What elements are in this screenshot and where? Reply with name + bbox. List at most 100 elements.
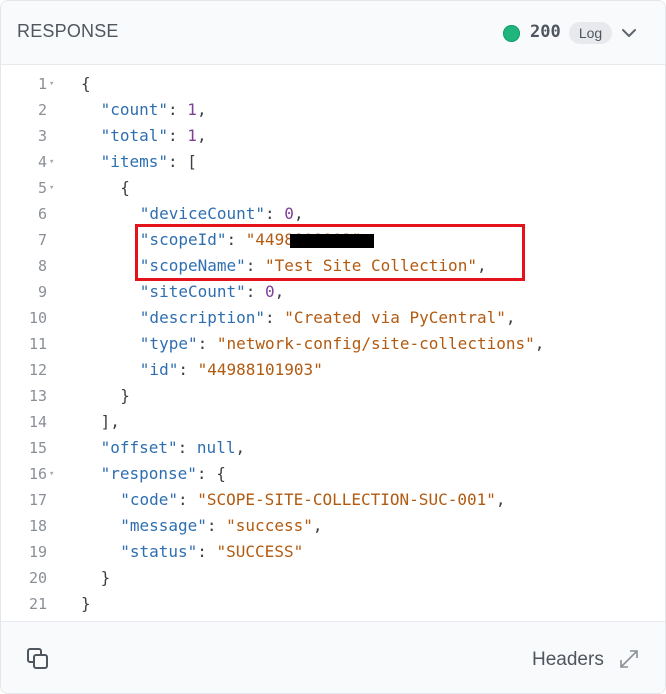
- fold-toggle-icon[interactable]: ▾: [49, 461, 59, 487]
- fold-toggle-icon[interactable]: ▾: [49, 149, 59, 175]
- code-token: "network-config/site-collections": [216, 334, 535, 353]
- code-token: }: [120, 386, 130, 405]
- code-token: 0: [265, 282, 275, 301]
- line-number: 4: [37, 153, 47, 171]
- code-token: :: [265, 204, 285, 223]
- code-token: 1: [187, 100, 197, 119]
- code-content: "siteCount": 0,: [140, 279, 285, 305]
- code-content: ],: [101, 409, 120, 435]
- code-token: ],: [100, 412, 120, 431]
- code-token: }: [100, 568, 111, 587]
- code-token: ,: [534, 334, 545, 353]
- code-token: ,: [235, 438, 246, 457]
- code-token: ,: [274, 282, 285, 301]
- json-code-viewer[interactable]: 1 ▾{2 "count": 1, 3 "total": 1, 4 ▾ "items": [5…: [1, 65, 665, 621]
- code-token: ,: [196, 100, 207, 119]
- code-token: 0: [284, 204, 294, 223]
- code-line: 2 "count": 1,: [1, 97, 665, 123]
- line-number: 1: [37, 75, 47, 93]
- headers-button[interactable]: Headers: [532, 649, 604, 671]
- code-content: "description": "Created via PyCentral",: [140, 305, 516, 331]
- code-content: {: [81, 71, 91, 97]
- code-content: "status": "SUCCESS": [120, 539, 303, 565]
- chevron-down-icon[interactable]: [621, 26, 637, 40]
- code-token: :: [265, 308, 285, 327]
- code-token: :: [245, 282, 266, 301]
- log-button[interactable]: Log: [569, 22, 612, 44]
- status-indicator: [503, 25, 520, 42]
- code-line: 1 ▾ {: [1, 71, 665, 97]
- code-token: {: [120, 178, 130, 197]
- code-content: {: [120, 175, 130, 201]
- line-number: 15: [28, 439, 47, 457]
- line-number: 7: [37, 231, 47, 249]
- line-number: 18: [28, 517, 47, 535]
- code-token: }: [81, 594, 91, 613]
- code-line: 9 "siteCount": 0,: [1, 279, 665, 305]
- line-number: 14: [28, 413, 47, 431]
- line-number: 8: [37, 257, 47, 275]
- line-number: 11: [28, 335, 47, 353]
- code-token: "description": [139, 308, 266, 327]
- code-content: }: [101, 565, 111, 591]
- code-token: "items": [100, 152, 169, 171]
- code-token: "offset": [100, 438, 178, 457]
- code-line: 15 "offset": null,: [1, 435, 665, 461]
- code-token: "type": [139, 334, 198, 353]
- code-content: "items": [: [101, 149, 197, 175]
- code-line: 21}: [1, 591, 665, 617]
- code-line: 10 "description": "Created via PyCentral"…: [1, 305, 665, 331]
- response-header: RESPONSE 200 Log: [1, 1, 665, 65]
- code-content: "type": "network-config/site-collections…: [140, 331, 545, 357]
- expand-icon[interactable]: [618, 648, 640, 670]
- status-code: 200: [530, 22, 561, 42]
- code-token: :: [178, 360, 198, 379]
- line-number: 2: [37, 101, 47, 119]
- code-content: "id": "44988101903": [140, 357, 323, 383]
- code-token: ,: [312, 516, 323, 535]
- code-content: "count": 1,: [101, 97, 207, 123]
- fold-toggle-icon[interactable]: ▾: [49, 175, 59, 201]
- code-line: 4 ▾ "items": [: [1, 149, 665, 175]
- line-number: 16: [28, 465, 47, 483]
- code-token: :: [177, 490, 198, 509]
- code-token: :: [197, 334, 217, 353]
- code-token: : {: [196, 464, 226, 483]
- code-line: 16 ▾ "response": {: [1, 461, 665, 487]
- code-line: 11 "type": "network-config/site-collectio…: [1, 331, 665, 357]
- code-token: "success": [226, 516, 313, 535]
- line-number: 9: [37, 283, 47, 301]
- code-token: "response": [100, 464, 197, 483]
- fold-toggle-icon[interactable]: ▾: [49, 71, 59, 97]
- code-token: "44988101903": [197, 360, 323, 379]
- code-line: 12 "id": "44988101903": [1, 357, 665, 383]
- code-token: :: [177, 438, 197, 457]
- line-number: 3: [37, 127, 47, 145]
- code-token: null: [196, 438, 236, 457]
- line-number: 17: [28, 491, 47, 509]
- code-token: "SCOPE-SITE-COLLECTION-SUC-001": [197, 490, 496, 509]
- code-line: 20}: [1, 565, 665, 591]
- code-token: "id": [139, 360, 179, 379]
- code-token: ,: [505, 308, 516, 327]
- code-token: "code": [120, 490, 178, 509]
- code-token: "deviceCount": [139, 204, 266, 223]
- code-token: "message": [120, 516, 207, 535]
- response-footer: Headers: [1, 621, 665, 693]
- code-content: "total": 1,: [101, 123, 207, 149]
- code-content: "message": "success",: [120, 513, 322, 539]
- code-line: 18 "message": "success",: [1, 513, 665, 539]
- code-token: 1: [187, 126, 197, 145]
- copy-icon[interactable]: [26, 647, 50, 671]
- line-number: 13: [28, 387, 47, 405]
- code-token: "Created via PyCentral": [284, 308, 506, 327]
- code-line: 3 "total": 1,: [1, 123, 665, 149]
- code-token: ,: [196, 126, 207, 145]
- line-number: 19: [28, 543, 47, 561]
- code-token: :: [206, 516, 227, 535]
- line-number: 20: [28, 569, 47, 587]
- line-number: 10: [28, 309, 47, 327]
- code-token: "SUCCESS": [216, 542, 304, 561]
- code-content: }: [120, 383, 130, 409]
- code-token: :: [168, 100, 188, 119]
